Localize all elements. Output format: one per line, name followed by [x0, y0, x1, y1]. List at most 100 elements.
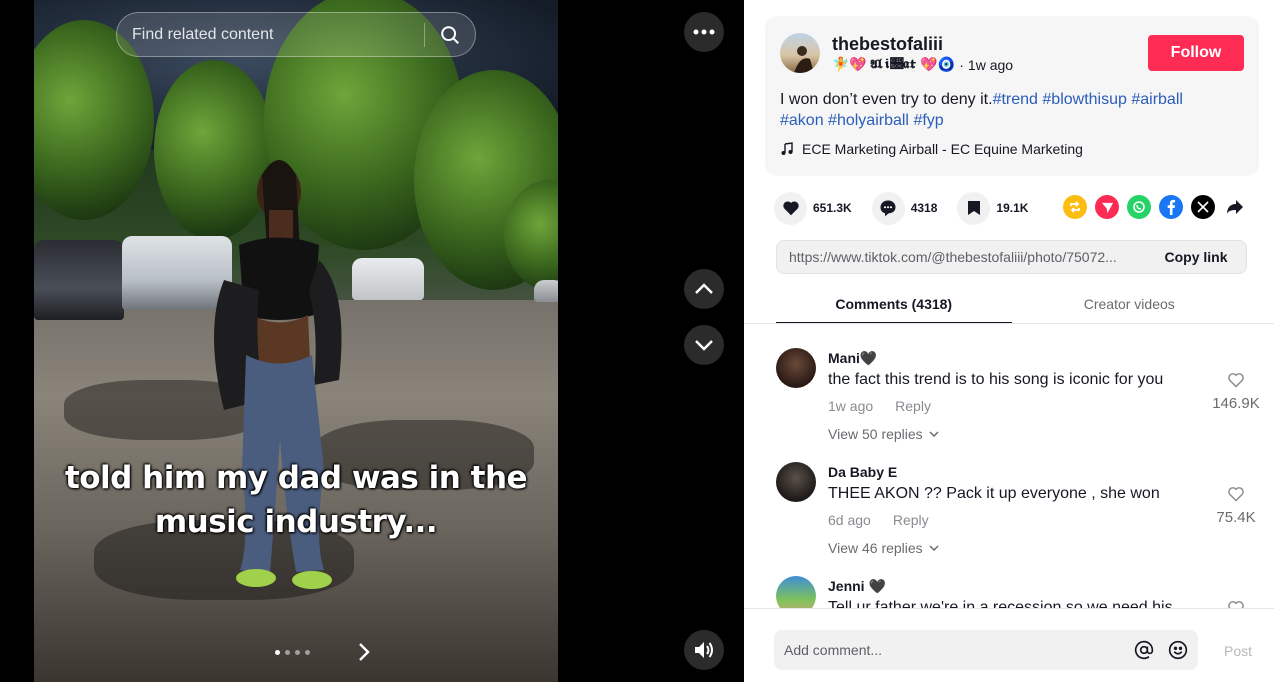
- more-icon: [693, 29, 715, 35]
- comment-input[interactable]: Add comment...: [774, 642, 1130, 658]
- comment-like-count: 146.9K: [1212, 395, 1260, 412]
- author-nickname: 𝔄𝔩𝔦𝔆𝔞𝔱: [870, 57, 917, 72]
- previous-post-button[interactable]: [684, 269, 724, 309]
- reply-button[interactable]: Reply: [893, 512, 929, 528]
- separator-dot: ·: [959, 56, 964, 73]
- hashtag-link[interactable]: #holyairball: [828, 112, 909, 129]
- mention-icon[interactable]: [1130, 640, 1158, 660]
- heart-outline-icon: [1228, 373, 1244, 388]
- view-replies-button[interactable]: View 46 replies: [828, 540, 939, 556]
- commenter-name[interactable]: Mani🖤: [828, 350, 877, 367]
- pagination-dot[interactable]: [285, 650, 290, 655]
- pagination-dot[interactable]: [275, 650, 280, 655]
- commenter-avatar[interactable]: [776, 462, 816, 502]
- author-subline: 🧚💖 𝔄𝔩𝔦𝔆𝔞𝔱 💖🧿 · 1w ago: [832, 56, 1013, 73]
- chevron-up-icon: [695, 283, 713, 294]
- send-icon[interactable]: [1095, 195, 1119, 219]
- next-post-button[interactable]: [684, 325, 724, 365]
- volume-icon: [695, 642, 713, 658]
- comment-text: THEE AKON ?? Pack it up everyone , she w…: [828, 485, 1160, 502]
- comment-composer: Add comment... Post: [744, 608, 1274, 682]
- caption-line-2: music industry...: [154, 504, 438, 540]
- more-options-button[interactable]: [684, 12, 724, 52]
- chevron-down-icon: [929, 431, 939, 437]
- comment-item: Mani🖤 the fact this trend is to his song…: [776, 348, 1266, 448]
- post-comment-button[interactable]: Post: [1224, 643, 1252, 659]
- comment-like[interactable]: 146.9K: [1206, 372, 1266, 412]
- author-avatar[interactable]: [780, 33, 820, 73]
- comment-count: 4318: [910, 201, 938, 215]
- pagination-dot[interactable]: [305, 650, 310, 655]
- whatsapp-icon[interactable]: [1127, 195, 1151, 219]
- pagination-dot[interactable]: [295, 650, 300, 655]
- comments-list[interactable]: Mani🖤 the fact this trend is to his song…: [744, 324, 1274, 608]
- post-actions: 651.3K 4318 19.1K: [774, 191, 1048, 225]
- comment-input-box[interactable]: Add comment...: [774, 630, 1198, 670]
- volume-button[interactable]: [684, 630, 724, 670]
- hashtag-link[interactable]: #akon: [780, 112, 824, 129]
- side-panel: thebestofaliii 🧚💖 𝔄𝔩𝔦𝔆𝔞𝔱 💖🧿 · 1w ago Fol…: [744, 0, 1274, 682]
- search-input[interactable]: Find related content: [117, 26, 424, 44]
- chevron-down-icon: [695, 340, 713, 351]
- post-time: 1w ago: [967, 56, 1014, 73]
- heart-outline-icon: [1228, 487, 1244, 502]
- panel-tabs: Comments (4318) Creator videos: [776, 284, 1247, 324]
- commenter-avatar[interactable]: [776, 576, 816, 608]
- photo-pagination: [275, 650, 310, 655]
- tab-creator-videos[interactable]: Creator videos: [1012, 284, 1248, 324]
- comment-item: Da Baby E THEE AKON ?? Pack it up everyo…: [776, 462, 1266, 562]
- author-username[interactable]: thebestofaliii: [832, 34, 943, 55]
- reply-button[interactable]: Reply: [895, 398, 931, 414]
- save-action[interactable]: 19.1K: [957, 191, 1029, 225]
- share-link-text[interactable]: https://www.tiktok.com/@thebestofaliii/p…: [777, 249, 1146, 265]
- media-stage: told him my dad was in the music industr…: [0, 0, 744, 682]
- x-twitter-icon[interactable]: [1191, 195, 1215, 219]
- comment-action[interactable]: 4318: [871, 191, 938, 225]
- save-count: 19.1K: [996, 201, 1029, 215]
- chevron-down-icon: [929, 545, 939, 551]
- comment-text: Tell ur father we're in a recession so w…: [828, 599, 1173, 608]
- description-text: I won don’t even try to deny it.: [780, 91, 993, 108]
- tab-comments[interactable]: Comments (4318): [776, 284, 1012, 324]
- search-icon[interactable]: [425, 12, 475, 57]
- heart-outline-icon: [1228, 601, 1244, 608]
- music-note-icon: [781, 142, 793, 155]
- comment-like[interactable]: [1206, 600, 1266, 608]
- follow-button[interactable]: Follow: [1148, 35, 1244, 71]
- commenter-name[interactable]: Da Baby E: [828, 464, 897, 480]
- post-description: I won don’t even try to deny it.#trend #…: [780, 89, 1240, 131]
- comment-meta: 6d ago Reply: [828, 512, 929, 528]
- hashtag-link[interactable]: #fyp: [913, 112, 943, 129]
- hashtag-link[interactable]: #blowthisup: [1042, 91, 1127, 108]
- photo-caption: told him my dad was in the music industr…: [34, 456, 558, 544]
- view-replies-label: View 46 replies: [828, 540, 923, 556]
- app-root: told him my dad was in the music industr…: [0, 0, 1274, 682]
- commenter-name[interactable]: Jenni 🖤: [828, 578, 886, 595]
- commenter-avatar[interactable]: [776, 348, 816, 388]
- nickname-emoji-left: 🧚💖: [832, 56, 867, 72]
- comment-item: Jenni 🖤 Tell ur father we're in a recess…: [776, 576, 1266, 608]
- like-action[interactable]: 651.3K: [774, 191, 852, 225]
- post-photo[interactable]: [34, 0, 558, 682]
- emoji-icon[interactable]: [1158, 640, 1198, 660]
- comment-time: 1w ago: [828, 398, 874, 414]
- repost-icon[interactable]: [1063, 195, 1087, 219]
- hashtag-link[interactable]: #trend: [993, 91, 1038, 108]
- like-count: 651.3K: [813, 201, 852, 215]
- search-bar[interactable]: Find related content: [116, 12, 476, 57]
- comment-meta: 1w ago Reply: [828, 398, 931, 414]
- next-photo-icon[interactable]: [354, 640, 374, 664]
- view-replies-button[interactable]: View 50 replies: [828, 426, 939, 442]
- comment-time: 6d ago: [828, 512, 871, 528]
- share-more-icon[interactable]: [1223, 195, 1247, 219]
- share-options: [1063, 195, 1247, 219]
- music-title: ECE Marketing Airball - EC Equine Market…: [802, 141, 1083, 157]
- bookmark-icon: [957, 191, 991, 225]
- caption-line-1: told him my dad was in the: [64, 460, 528, 496]
- facebook-icon[interactable]: [1159, 195, 1183, 219]
- copy-link-button[interactable]: Copy link: [1146, 241, 1246, 273]
- music-link[interactable]: ECE Marketing Airball - EC Equine Market…: [780, 141, 1083, 157]
- hashtag-link[interactable]: #airball: [1131, 91, 1183, 108]
- heart-icon: [774, 191, 807, 225]
- comment-like[interactable]: 75.4K: [1206, 486, 1266, 526]
